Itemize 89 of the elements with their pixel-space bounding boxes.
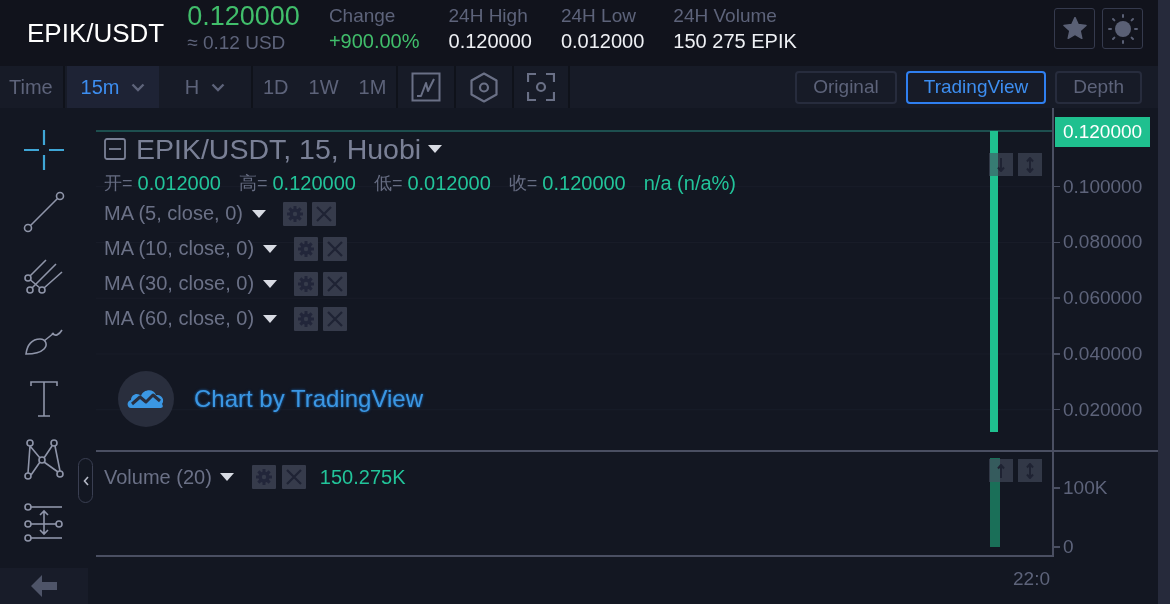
stat-label: 24H Low bbox=[560, 4, 637, 28]
favorite-button[interactable] bbox=[1054, 8, 1095, 49]
back-button[interactable] bbox=[0, 568, 88, 604]
pair-title: EPIK/USDT bbox=[27, 18, 165, 48]
indicator-settings-button[interactable] bbox=[294, 236, 319, 261]
caret-icon bbox=[428, 145, 443, 153]
ohlc-label: 高= bbox=[238, 172, 268, 195]
caret-icon bbox=[263, 244, 278, 253]
indicator-label: MA (10, close, 0) bbox=[104, 237, 255, 260]
ohlc-label: 低= bbox=[373, 172, 403, 195]
pane-up-button[interactable] bbox=[989, 459, 1013, 482]
caret-icon bbox=[219, 473, 234, 481]
usd-price: ≈ 0.12 USD bbox=[187, 31, 287, 55]
arrow-left-icon bbox=[30, 574, 58, 598]
time-axis-label: 22:0 bbox=[1013, 567, 1050, 590]
indicator-settings-button[interactable] bbox=[282, 201, 307, 226]
crosshair-icon bbox=[22, 128, 66, 172]
view-tab[interactable]: TradingView bbox=[905, 70, 1047, 104]
stat-label: 24H High bbox=[448, 4, 529, 28]
ohlc-label: 收= bbox=[508, 172, 538, 195]
time-label: Time bbox=[9, 75, 53, 99]
screenshot-button[interactable] bbox=[512, 66, 571, 108]
collapse-sidebar-button[interactable] bbox=[78, 458, 93, 503]
hexagon-icon bbox=[470, 71, 499, 103]
close-icon bbox=[285, 469, 302, 485]
last-price-label: 0.120000 bbox=[1055, 117, 1150, 147]
stat-value: 0.120000 bbox=[448, 29, 532, 54]
last-price: 0.120000 bbox=[187, 3, 300, 30]
view-tab[interactable]: Depth bbox=[1055, 70, 1142, 104]
sun-icon bbox=[1107, 13, 1138, 44]
price-axis-label: 0.020000 bbox=[1054, 399, 1143, 420]
line-chart-icon bbox=[411, 72, 442, 102]
indicator-remove-button[interactable] bbox=[323, 271, 348, 296]
volume-axis-label: 0 bbox=[1054, 537, 1074, 557]
attribution-link[interactable]: Chart by TradingView bbox=[194, 385, 423, 413]
pane-down-button[interactable] bbox=[989, 153, 1013, 176]
indicator-label: MA (60, close, 0) bbox=[104, 307, 255, 330]
close-icon bbox=[327, 275, 344, 292]
ohlc-label: 开= bbox=[104, 172, 133, 195]
change-value: n/a (n/a%) bbox=[643, 171, 736, 195]
ohlc-value: 0.012000 bbox=[137, 171, 221, 195]
stat-label: 24H Volume bbox=[673, 4, 778, 28]
indicator-remove-button[interactable] bbox=[323, 236, 348, 261]
arrow-up-icon bbox=[997, 463, 1005, 478]
indicator-remove-button[interactable] bbox=[311, 201, 336, 226]
indicator-settings-button[interactable] bbox=[294, 271, 319, 296]
caret-icon bbox=[263, 279, 278, 288]
volume-indicator-label: Volume (20) bbox=[104, 465, 212, 489]
volume-axis-label: 100K bbox=[1054, 477, 1108, 498]
screenshot-icon bbox=[527, 73, 556, 101]
price-axis-label: 0.100000 bbox=[1054, 176, 1143, 197]
indicator-label: MA (30, close, 0) bbox=[104, 272, 255, 295]
interval-tab[interactable]: 1M bbox=[348, 66, 397, 108]
cloud-logo-icon bbox=[118, 371, 174, 427]
interval-tab[interactable]: H bbox=[159, 66, 251, 108]
interval-tab[interactable]: 15m bbox=[67, 66, 159, 108]
price-axis-label: 0.060000 bbox=[1054, 288, 1143, 309]
interval-tab[interactable]: 1W bbox=[298, 66, 349, 108]
indicator-remove-button[interactable] bbox=[323, 306, 348, 331]
indicator-remove-button[interactable] bbox=[281, 465, 306, 489]
indicator-label: MA (5, close, 0) bbox=[104, 202, 243, 225]
stat-value: 0.012000 bbox=[560, 29, 645, 54]
arrow-down-icon bbox=[997, 157, 1005, 172]
close-icon bbox=[327, 310, 344, 327]
caret-icon bbox=[251, 209, 266, 218]
price-axis-label: 0.080000 bbox=[1054, 232, 1143, 253]
ohlc-value: 0.120000 bbox=[272, 171, 356, 195]
measure-icon bbox=[22, 500, 66, 544]
indicator-settings-button[interactable] bbox=[294, 306, 319, 331]
ohlc-value: 0.012000 bbox=[407, 171, 491, 195]
chevron-left-icon bbox=[82, 475, 89, 486]
trend-line-icon bbox=[22, 190, 66, 234]
close-icon bbox=[327, 240, 344, 257]
close-icon bbox=[315, 205, 332, 222]
volume-value: 150.275K bbox=[319, 465, 406, 489]
stat-value: +900.00% bbox=[328, 29, 420, 54]
stat-value: 150 275 EPIK bbox=[673, 29, 797, 54]
stat-label: Change bbox=[328, 4, 397, 28]
theme-button[interactable] bbox=[1102, 8, 1143, 49]
indicator-settings-button[interactable] bbox=[251, 465, 276, 489]
star-icon bbox=[1062, 17, 1087, 40]
ohlc-value: 0.120000 bbox=[542, 171, 626, 195]
interval-tab[interactable]: 1D bbox=[251, 66, 299, 108]
minus-square-icon[interactable] bbox=[104, 138, 126, 160]
price-axis-label: 0.040000 bbox=[1054, 343, 1143, 364]
symbol-title: EPIK/USDT, 15, Huobi bbox=[136, 132, 422, 166]
caret-icon bbox=[263, 314, 278, 323]
pattern-icon bbox=[22, 438, 66, 482]
view-tab[interactable]: Original bbox=[795, 70, 897, 104]
